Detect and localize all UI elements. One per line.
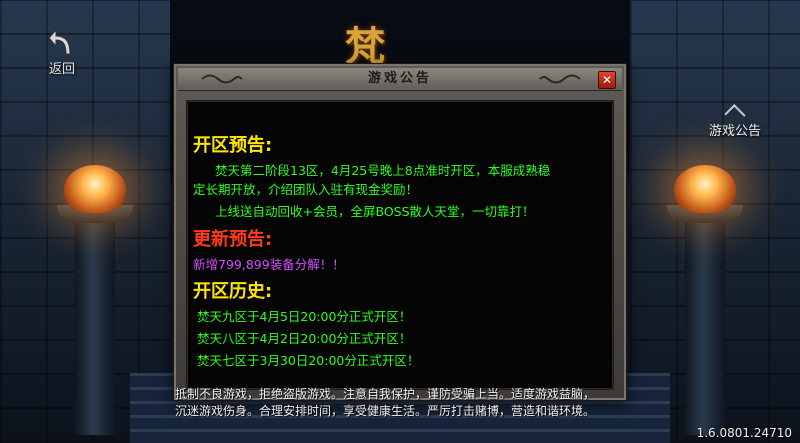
back-arrow-icon (48, 28, 71, 55)
update-preview-line: 新增799,899装备分解！！ (193, 257, 345, 272)
back-label: 返回 (48, 62, 75, 77)
open-history-line: 焚天九区于4月5日20:00分正式开区！ (197, 309, 412, 324)
open-preview-line: 焚天第二阶段13区，4月25号晚上8点准时开区，本服成熟稳 (215, 163, 551, 178)
open-preview-line: 定长期开放，介绍团队入驻有现金奖励！ (193, 182, 419, 197)
update-preview-title: 更新预告: (193, 229, 273, 250)
dialog-title-bar: 游戏公告 ✕ (178, 68, 622, 91)
close-button[interactable]: ✕ (598, 71, 616, 89)
notice-content: 开区预告: 焚天第二阶段13区，4月25号晚上8点准时开区，本服成熟稳 定长期开… (186, 100, 614, 390)
version-label: 1.6.0801.24710 (696, 426, 792, 440)
open-history-title: 开区历史: (193, 281, 273, 302)
open-history-line: 焚天七区于3月30日20:00分正式开区！ (197, 353, 420, 368)
open-preview-title: 开区预告: (193, 135, 273, 156)
open-history-line: 焚天八区于4月2日20:00分正式开区！ (197, 331, 412, 346)
health-disclaimer: 抵制不良游戏，拒绝盗版游戏。注意自我保护，谨防受骗上当。适度游戏益脑， 沉迷游戏… (175, 386, 635, 420)
open-preview-line: 上线送自动回收+会员，全屏BOSS散人天堂，一切靠打！ (215, 204, 535, 219)
right-brazier-fire (674, 165, 736, 213)
left-pillar (75, 205, 115, 435)
game-notice-label: 游戏公告 (708, 124, 761, 139)
right-pillar (685, 205, 725, 435)
game-notice-dialog: 游戏公告 ✕ 开区预告: 焚天第二阶段13区，4月25号晚上8点准时开区，本服成… (173, 63, 627, 401)
left-brazier-fire (64, 165, 126, 213)
disclaimer-line: 沉迷游戏伤身。合理安排时间，享受健康生活。严厉打击赌博，营造和谐环境。 (175, 404, 596, 418)
back-button[interactable]: 返回 (40, 24, 84, 77)
game-notice-button[interactable]: 游戏公告 (702, 102, 768, 142)
right-ornament-icon (539, 74, 581, 84)
disclaimer-line: 抵制不良游戏，拒绝盗版游戏。注意自我保护，谨防受骗上当。适度游戏益脑， (175, 387, 596, 401)
